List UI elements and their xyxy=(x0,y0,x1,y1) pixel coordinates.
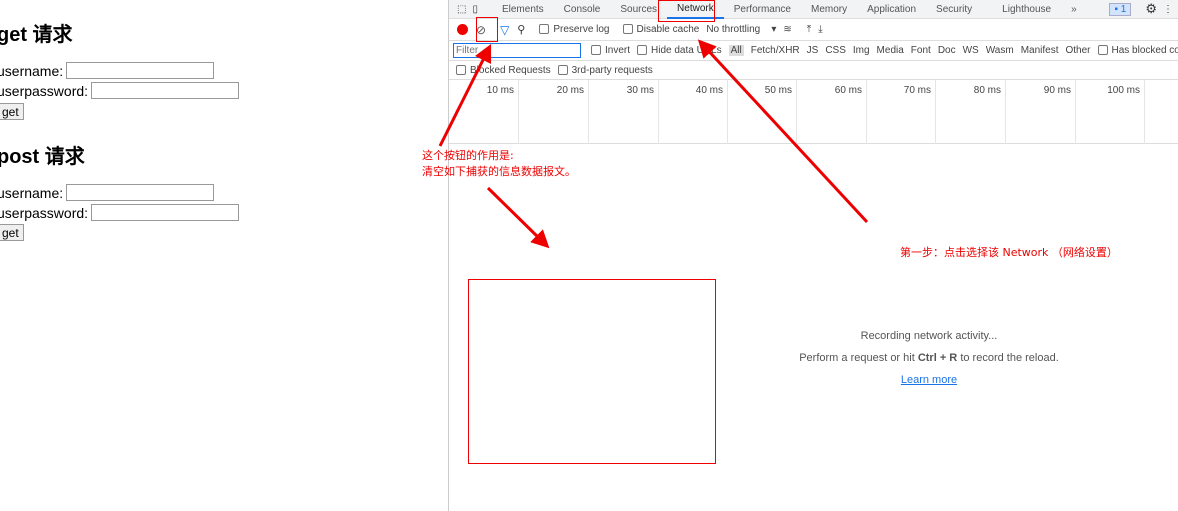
preserve-log-checkbox[interactable]: Preserve log xyxy=(539,24,610,35)
clear-note-line2: 清空如下捕获的信息数据报文。 xyxy=(422,165,576,178)
filter-type-css[interactable]: CSS xyxy=(825,45,846,56)
third-party-checkbox[interactable]: 3rd-party requests xyxy=(557,65,653,76)
username-label: username: xyxy=(0,62,64,79)
post-username-input[interactable] xyxy=(66,184,215,201)
request-area-highlight xyxy=(468,279,716,464)
tab-security[interactable]: Security xyxy=(926,4,982,15)
more-tabs-button[interactable]: » xyxy=(1061,4,1087,15)
timeline-overview[interactable]: 10 ms 20 ms 30 ms 40 ms 50 ms 60 ms 70 m… xyxy=(449,80,1178,144)
filter-type-manifest[interactable]: Manifest xyxy=(1021,45,1059,56)
timeline-tick: 40 ms xyxy=(658,80,728,144)
learn-more-link[interactable]: Learn more xyxy=(901,374,957,386)
filter-type-js[interactable]: JS xyxy=(807,45,819,56)
timeline-tick: 60 ms xyxy=(797,80,867,144)
hide-data-urls-checkbox[interactable]: Hide data URLs xyxy=(637,45,722,56)
issues-icon: ▪ xyxy=(1114,3,1118,15)
test-page: get 请求 username: userpassword: get post … xyxy=(0,0,445,511)
timeline-tick: 90 ms xyxy=(1006,80,1076,144)
invert-checkbox[interactable]: Invert xyxy=(591,45,630,56)
tab-memory[interactable]: Memory xyxy=(801,4,857,15)
export-har-icon[interactable]: ⤓ xyxy=(818,24,822,35)
post-submit-button[interactable]: get xyxy=(0,224,24,241)
issues-count: 1 xyxy=(1120,3,1127,15)
empty-state: Recording network activity... Perform a … xyxy=(679,325,1178,391)
settings-gear-icon[interactable]: ⚙ xyxy=(1145,1,1157,17)
tab-lighthouse[interactable]: Lighthouse xyxy=(982,4,1061,15)
timeline-tick: 70 ms xyxy=(866,80,936,144)
network-conditions-icon[interactable]: ≋ xyxy=(783,24,791,35)
disable-cache-checkbox[interactable]: Disable cache xyxy=(622,24,699,35)
get-submit-button[interactable]: get xyxy=(0,103,24,120)
timeline-tick: 20 ms xyxy=(519,80,589,144)
reload-hint: Perform a request or hit Ctrl + R to rec… xyxy=(799,352,1059,364)
filter-type-fetch-xhr[interactable]: Fetch/XHR xyxy=(751,45,800,56)
filter-type-other[interactable]: Other xyxy=(1065,45,1090,56)
step1-note: 第一步：点击选择该 Network （网络设置） xyxy=(900,246,1118,259)
filter-type-ws[interactable]: WS xyxy=(963,45,979,56)
password-label: userpassword: xyxy=(0,82,89,99)
timeline-tick: 30 ms xyxy=(589,80,659,144)
filter-type-img[interactable]: Img xyxy=(853,45,870,56)
devtools-tabbar: ⬚ ▯ Elements Console Sources Network Per… xyxy=(449,0,1178,19)
network-tab-highlight xyxy=(658,0,715,22)
filter-type-doc[interactable]: Doc xyxy=(938,45,956,56)
filter-input[interactable] xyxy=(453,43,581,58)
import-har-icon[interactable]: ⤒ xyxy=(807,24,811,35)
more-options-icon[interactable]: ⋮ xyxy=(1163,4,1173,15)
filter-icon[interactable]: ▽ xyxy=(500,23,509,37)
tab-console[interactable]: Console xyxy=(554,4,611,15)
clear-note-line1: 这个按钮的作用是: xyxy=(422,149,514,162)
timeline-tick: 50 ms xyxy=(727,80,797,144)
post-heading: post 请求 xyxy=(0,146,85,168)
tab-application[interactable]: Application xyxy=(857,4,926,15)
filter-type-wasm[interactable]: Wasm xyxy=(986,45,1014,56)
blocked-requests-checkbox[interactable]: Blocked Requests xyxy=(456,65,551,76)
timeline-tick: 10 ms xyxy=(449,80,519,144)
filter-type-font[interactable]: Font xyxy=(911,45,931,56)
filter-bar-2: Blocked Requests 3rd-party requests xyxy=(449,61,1178,80)
tab-elements[interactable]: Elements xyxy=(492,4,554,15)
get-username-input[interactable] xyxy=(66,62,215,79)
clear-button-highlight xyxy=(476,17,498,42)
password-label: userpassword: xyxy=(0,204,89,221)
network-toolbar: ⊘ ▽ ⚲ Preserve log Disable cache No thro… xyxy=(449,19,1178,41)
username-label: username: xyxy=(0,184,64,201)
filter-type-media[interactable]: Media xyxy=(877,45,904,56)
record-icon[interactable] xyxy=(457,24,468,35)
filter-type-all[interactable]: All xyxy=(728,45,744,56)
get-heading: get 请求 xyxy=(0,24,73,46)
has-blocked-cookies-checkbox[interactable]: Has blocked cookies xyxy=(1097,45,1178,56)
tab-performance[interactable]: Performance xyxy=(724,4,801,15)
issues-badge[interactable]: ▪ 1 xyxy=(1109,2,1132,16)
inspect-icon[interactable]: ⬚ xyxy=(457,4,466,15)
throttling-select[interactable]: No throttling ▾ xyxy=(706,24,776,35)
filter-bar: Invert Hide data URLs All Fetch/XHR JS C… xyxy=(449,41,1178,61)
search-icon[interactable]: ⚲ xyxy=(517,23,525,36)
get-password-input[interactable] xyxy=(91,82,240,99)
timeline-tick: 80 ms xyxy=(936,80,1006,144)
device-toggle-icon[interactable]: ▯ xyxy=(472,4,478,15)
post-password-input[interactable] xyxy=(91,204,240,221)
recording-text: Recording network activity... xyxy=(860,330,998,342)
timeline-tick: 100 ms xyxy=(1075,80,1145,144)
